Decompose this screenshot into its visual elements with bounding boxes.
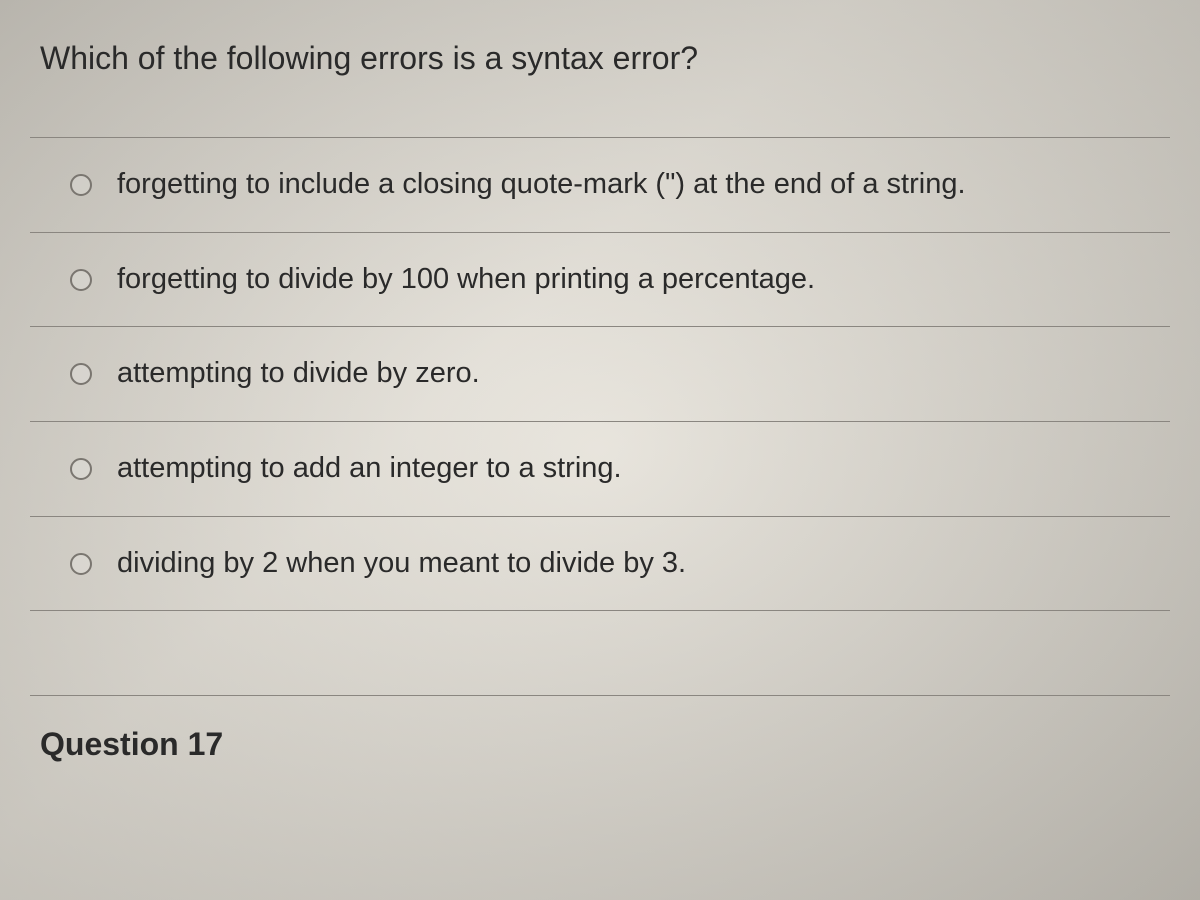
options-list: forgetting to include a closing quote-ma… — [30, 137, 1170, 696]
radio-icon[interactable] — [70, 458, 92, 480]
option-row[interactable]: dividing by 2 when you meant to divide b… — [30, 517, 1170, 612]
next-question-heading: Question 17 — [30, 696, 1170, 763]
option-row[interactable]: forgetting to divide by 100 when printin… — [30, 233, 1170, 328]
radio-icon[interactable] — [70, 363, 92, 385]
option-label: forgetting to include a closing quote-ma… — [117, 166, 966, 204]
radio-icon[interactable] — [70, 174, 92, 196]
spacer-row — [30, 611, 1170, 696]
radio-icon[interactable] — [70, 269, 92, 291]
option-label: attempting to divide by zero. — [117, 355, 480, 393]
option-row[interactable]: attempting to divide by zero. — [30, 327, 1170, 422]
option-row[interactable]: attempting to add an integer to a string… — [30, 422, 1170, 517]
question-block: Which of the following errors is a synta… — [30, 40, 1170, 763]
option-label: attempting to add an integer to a string… — [117, 450, 622, 488]
option-label: forgetting to divide by 100 when printin… — [117, 261, 815, 299]
option-label: dividing by 2 when you meant to divide b… — [117, 545, 686, 583]
question-prompt: Which of the following errors is a synta… — [30, 40, 1170, 77]
radio-icon[interactable] — [70, 553, 92, 575]
option-row[interactable]: forgetting to include a closing quote-ma… — [30, 138, 1170, 233]
